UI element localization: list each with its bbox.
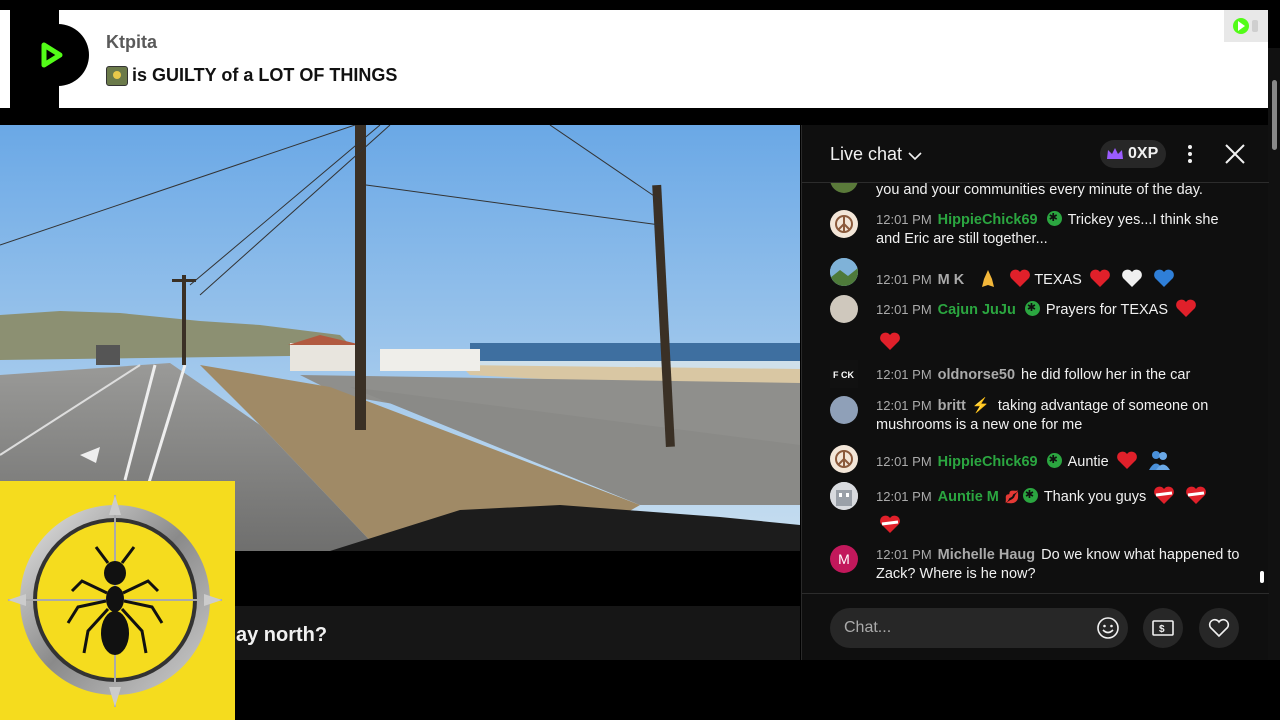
moderator-badge-icon (1046, 451, 1062, 470)
message-body: 12:01 PMHippieChick69Trickey yes...I thi… (876, 209, 1242, 249)
message-author[interactable]: HippieChick69 (938, 454, 1038, 470)
emoji-icon[interactable] (1096, 616, 1120, 640)
banner-username: Ktpita (106, 32, 157, 52)
message-author[interactable]: Auntie M (938, 489, 999, 505)
message-time: 12:01 PM (876, 367, 932, 382)
message-time: 12:01 PM (876, 272, 932, 287)
message-time: 12:01 PM (876, 454, 932, 469)
banner-message: is GUILTY of a LOT OF THINGS (106, 65, 397, 86)
white-heart-icon (1122, 269, 1142, 287)
red-heart-icon (1089, 269, 1110, 287)
message-author[interactable]: M K (938, 272, 965, 288)
message-author[interactable]: Cajun JuJu (938, 302, 1016, 318)
message-body: 12:01 PM HippieChick69 Auntie (876, 449, 1242, 472)
moderator-badge-icon (1046, 209, 1062, 228)
like-button[interactable] (1199, 608, 1239, 648)
crosshair-graphic (8, 495, 222, 707)
super-chat-button[interactable]: $ (1143, 608, 1183, 648)
xp-value: 0XP (1128, 145, 1159, 162)
message-text: you and your communities every minute of… (876, 183, 1203, 198)
chat-title-text: Live chat (830, 144, 903, 164)
message-author[interactable]: britt (938, 398, 966, 414)
dollar-icon: $ (1152, 620, 1174, 636)
svg-text:F CK: F CK (833, 370, 854, 380)
landscape-avatar-icon (830, 258, 858, 286)
xp-badge[interactable]: 0XP (1100, 140, 1167, 168)
avatar (830, 183, 858, 193)
live-chat-panel: Live chat 0XP you and your communities e… (801, 125, 1269, 660)
moderator-badge-icon (1022, 486, 1038, 505)
message-time: 12:01 PM (876, 489, 932, 504)
message-body: 12:01 PM oldnorse50 he did follow her in t… (876, 365, 1242, 385)
avatar (830, 445, 858, 473)
moderator-badge-icon (1024, 299, 1040, 318)
screen: Ktpita is GUILTY of a LOT OF THINGS ay n… (0, 0, 1280, 720)
avatar: F CK (830, 360, 858, 388)
banner-corner-badge (1224, 10, 1268, 42)
page-scrollbar-thumb[interactable] (1272, 80, 1277, 150)
message-text: Thank you guys (1043, 489, 1147, 505)
red-heart-icon (1176, 299, 1196, 317)
svg-text:$: $ (1159, 624, 1165, 635)
chat-scrollbar[interactable] (1258, 187, 1266, 587)
praying-hands-icon (982, 270, 995, 287)
kiss-icon: 💋 (1004, 490, 1020, 504)
heart-ribbon-icon (880, 515, 900, 533)
avatar: M (830, 545, 858, 573)
kick-small-icon (1233, 18, 1258, 34)
emote-icon (106, 65, 128, 86)
chat-header: Live chat 0XP (802, 125, 1269, 183)
message-body: 12:01 PM britt ⚡ taking advantage of someon… (876, 396, 1242, 435)
alert-banner: Ktpita is GUILTY of a LOT OF THINGS (0, 10, 1268, 108)
avatar (830, 396, 858, 424)
avatar (830, 210, 858, 238)
red-heart-icon (1010, 269, 1031, 287)
peace-sign-icon (835, 215, 853, 233)
more-vert-icon[interactable] (1180, 143, 1200, 165)
heart-icon (1208, 618, 1230, 638)
message-author[interactable]: Michelle Haug (938, 547, 1036, 563)
message-text: TEXAS (1034, 272, 1082, 288)
video-title: ay north? (236, 624, 328, 646)
kick-logo-icon (41, 42, 63, 68)
heart-ribbon-icon (1186, 486, 1207, 504)
avatar (830, 258, 858, 286)
chevron-down-icon (908, 151, 922, 160)
avatar (830, 482, 858, 510)
message-text: Auntie (1067, 454, 1109, 470)
message-time: 12:01 PM (876, 302, 932, 317)
chat-footer: $ (802, 593, 1269, 660)
message-body: 12:01 PM Michelle Haug Do we know what hap… (876, 545, 1242, 584)
message-text: Prayers for TEXAS (1045, 302, 1169, 318)
red-heart-icon (880, 332, 900, 350)
page-scrollbar[interactable] (1268, 48, 1280, 660)
building-avatar-icon (830, 482, 858, 510)
chat-scrollbar-thumb[interactable] (1260, 571, 1264, 583)
avatar (830, 295, 858, 323)
heart-ribbon-icon (1154, 486, 1175, 504)
hugging-people-icon (1148, 451, 1170, 470)
message-time: 12:01 PM (876, 212, 932, 227)
message-body: 12:01 PM M K TEXAS (876, 267, 1242, 290)
chat-input[interactable] (830, 608, 1128, 648)
chat-message-list[interactable]: you and your communities every minute of… (802, 183, 1269, 593)
lightning-icon: ⚡ (971, 398, 990, 414)
message-body: 12:01 PM Auntie M 💋 Thank you guys (876, 484, 1242, 536)
banner-message-text: is GUILTY of a LOT OF THINGS (132, 65, 398, 85)
ant-crosshair-logo (0, 481, 235, 720)
message-body: 12:01 PM Cajun JuJu Prayers for TEXAS (876, 297, 1242, 353)
text-logo-avatar-icon: F CK (830, 360, 858, 388)
crown-icon (1107, 148, 1123, 159)
blue-heart-icon (1154, 269, 1174, 287)
message-time: 12:01 PM (876, 398, 932, 413)
message-author[interactable]: HippieChick69 (938, 212, 1038, 228)
message-time: 12:01 PM (876, 547, 932, 562)
close-icon[interactable] (1222, 141, 1248, 167)
peace-sign-icon (835, 450, 853, 468)
message-author[interactable]: oldnorse50 (938, 367, 1015, 383)
chat-title-dropdown[interactable]: Live chat (830, 144, 922, 165)
message-text: he did follow her in the car (1021, 367, 1191, 383)
red-heart-icon (1116, 451, 1137, 469)
